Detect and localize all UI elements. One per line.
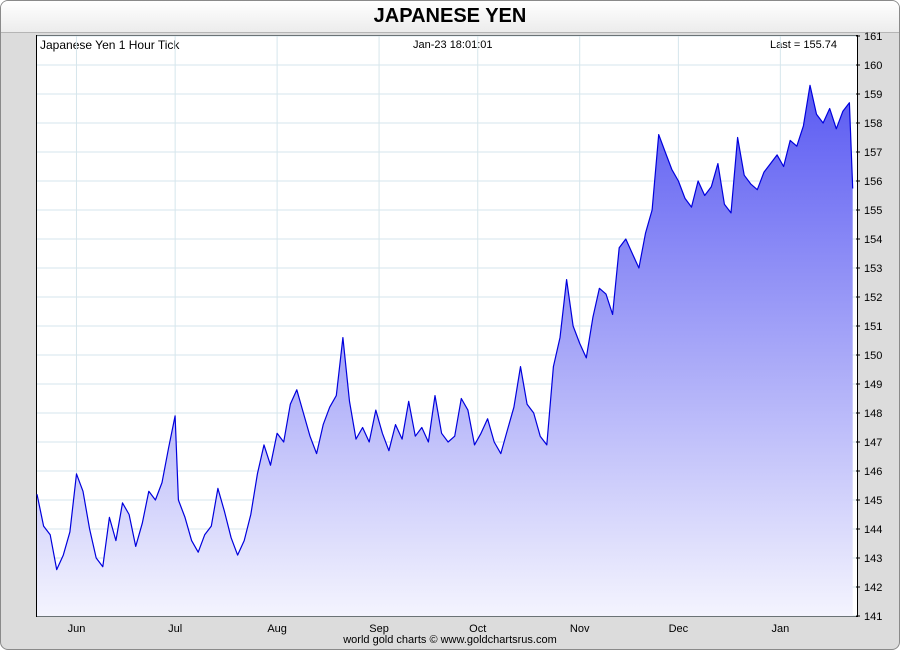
y-tick-label: 155 xyxy=(864,205,882,217)
y-tick-label: 154 xyxy=(864,234,882,246)
y-tick-label: 158 xyxy=(864,118,882,130)
y-tick-label: 160 xyxy=(864,60,882,72)
y-tick-label: 146 xyxy=(864,466,882,478)
y-tick-label: 156 xyxy=(864,176,882,188)
y-tick-label: 141 xyxy=(864,611,882,623)
chart-svg: 141 142 143 144 145 146 147 148 149 150 151 152 153 1… xyxy=(36,31,882,635)
y-tick-label: 157 xyxy=(864,147,882,159)
y-tick-label: 142 xyxy=(864,582,882,594)
y-tick-label: 147 xyxy=(864,437,882,449)
y-tick-label: 149 xyxy=(864,379,882,391)
chart-frame: JAPANESE YEN Japanese Yen 1 Hour Tick Ja… xyxy=(0,0,900,650)
y-tick-label: 143 xyxy=(864,553,882,565)
y-tick-label: 152 xyxy=(864,292,882,304)
y-tick-label: 150 xyxy=(864,350,882,362)
y-tick-label: 144 xyxy=(864,524,882,536)
y-tick-label: 145 xyxy=(864,495,882,507)
y-tick-label: 148 xyxy=(864,408,882,420)
y-tick-label: 153 xyxy=(864,263,882,275)
y-tick-label: 151 xyxy=(864,321,882,333)
y-tick-label: 161 xyxy=(864,31,882,43)
y-tick-label: 159 xyxy=(864,89,882,101)
price-area xyxy=(37,85,853,617)
footer-credit: world gold charts © www.goldchartsrus.co… xyxy=(343,634,557,646)
